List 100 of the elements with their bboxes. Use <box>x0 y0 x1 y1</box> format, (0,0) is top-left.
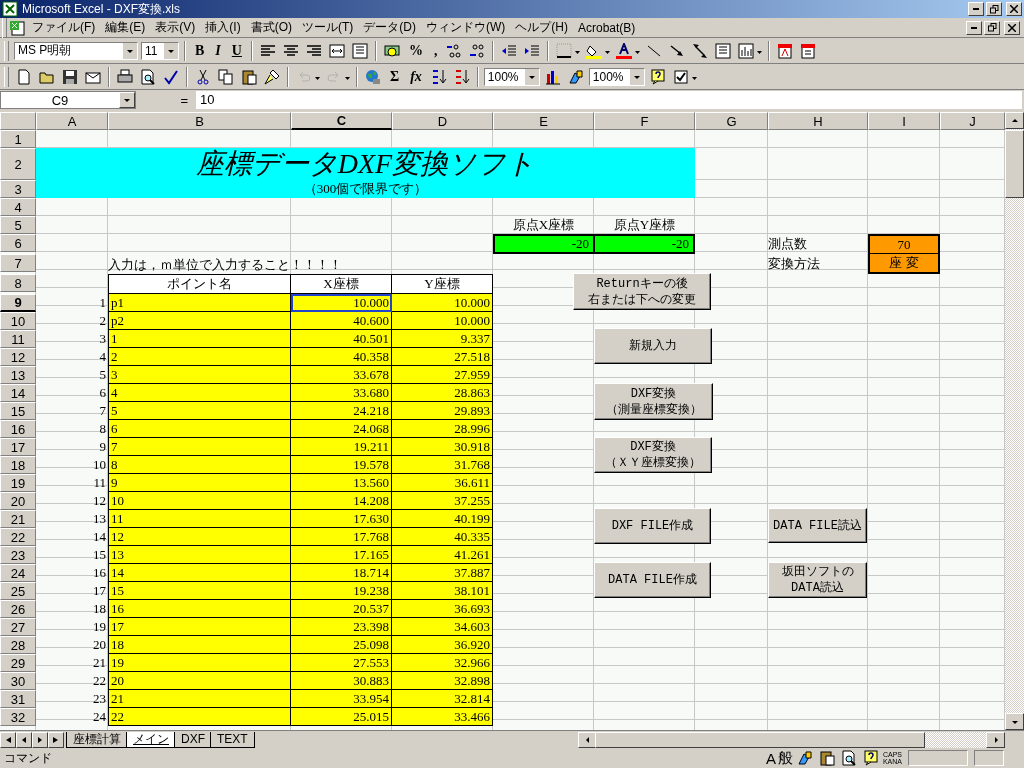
row-header[interactable]: 21 <box>0 510 36 528</box>
table-cell[interactable]: 33.466 <box>392 708 493 726</box>
table-cell[interactable]: 17 <box>108 618 291 636</box>
table-cell[interactable]: 23.398 <box>291 618 392 636</box>
row-header[interactable]: 10 <box>0 312 36 330</box>
menu-item[interactable]: Acrobat(B) <box>573 20 641 35</box>
table-cell[interactable]: 2 <box>108 348 291 366</box>
table-cell[interactable]: 10 <box>108 492 291 510</box>
function-button[interactable]: fx <box>406 68 426 85</box>
italic-button[interactable]: I <box>211 42 225 59</box>
table-cell[interactable]: 36.611 <box>392 474 493 492</box>
macro-button[interactable]: DXF変換 （ＸＹ座標変換） <box>594 437 712 473</box>
table-cell[interactable]: 34.603 <box>392 618 493 636</box>
drawing-tools-icon[interactable] <box>567 68 584 85</box>
table-cell[interactable]: 36.693 <box>392 600 493 618</box>
origin-value-cell[interactable]: -20 <box>594 234 695 254</box>
zoom-field[interactable]: 100% <box>588 67 645 86</box>
chart-frame-icon[interactable] <box>738 42 755 59</box>
decrease-decimal-icon[interactable] <box>469 42 486 59</box>
ime-mode[interactable]: A <box>765 749 776 767</box>
menu-item[interactable]: ツール(T) <box>297 19 359 36</box>
column-header[interactable]: H <box>768 112 868 130</box>
merge-cells-icon[interactable] <box>328 42 345 59</box>
table-cell[interactable]: 28.996 <box>392 420 493 438</box>
comma-button[interactable]: , <box>429 42 442 59</box>
column-header[interactable]: F <box>594 112 695 130</box>
last-sheet-icon[interactable] <box>52 735 60 744</box>
table-cell[interactable]: 14.208 <box>291 492 392 510</box>
column-header[interactable]: I <box>868 112 940 130</box>
previous-sheet-icon[interactable] <box>20 735 28 744</box>
column-header[interactable]: A <box>36 112 108 130</box>
table-cell[interactable]: 16 <box>108 600 291 618</box>
menu-item[interactable]: データ(D) <box>358 19 421 36</box>
table-cell[interactable]: 30.918 <box>392 438 493 456</box>
row-header[interactable]: 27 <box>0 618 36 636</box>
row-header[interactable]: 1 <box>0 130 36 148</box>
print-preview-icon[interactable] <box>840 750 857 766</box>
table-cell[interactable]: 37.887 <box>392 564 493 582</box>
minimize-button[interactable] <box>968 2 984 16</box>
autosum-button[interactable]: Σ <box>386 68 404 85</box>
row-header[interactable]: 7 <box>0 254 36 272</box>
menu-item[interactable]: 書式(O) <box>245 19 297 36</box>
sort-descending-icon[interactable] <box>453 68 470 85</box>
column-header[interactable]: J <box>940 112 1005 130</box>
table-cell[interactable]: 22 <box>108 708 291 726</box>
menu-item[interactable]: 挿入(I) <box>200 19 246 36</box>
row-header[interactable]: 23 <box>0 546 36 564</box>
table-cell[interactable]: 40.358 <box>291 348 392 366</box>
table-cell[interactable]: 17.630 <box>291 510 392 528</box>
dropdown-caret-icon[interactable] <box>123 96 131 104</box>
row-header[interactable]: 16 <box>0 420 36 438</box>
table-cell[interactable]: 32.966 <box>392 654 493 672</box>
zoom-field[interactable]: 100% <box>483 67 540 86</box>
table-cell[interactable]: 11 <box>108 510 291 528</box>
formula-field[interactable]: 10 <box>196 91 1022 109</box>
horizontal-scrollbar[interactable] <box>578 731 1005 748</box>
menu-item[interactable]: ウィンドウ(W) <box>421 19 511 36</box>
table-cell[interactable]: 14 <box>108 564 291 582</box>
sheet-tab[interactable]: TEXT <box>210 731 255 748</box>
table-cell[interactable]: 40.600 <box>291 312 392 330</box>
table-cell[interactable]: 28.863 <box>392 384 493 402</box>
table-cell[interactable]: 17.768 <box>291 528 392 546</box>
chart-icon[interactable] <box>544 68 561 85</box>
table-cell[interactable]: 20 <box>108 672 291 690</box>
increase-indent-icon[interactable] <box>524 42 541 59</box>
table-cell[interactable]: 15 <box>108 582 291 600</box>
table-cell[interactable]: 40.335 <box>392 528 493 546</box>
align-left-icon[interactable] <box>259 42 276 59</box>
pdf-icon[interactable] <box>777 42 794 59</box>
table-cell[interactable]: 32.898 <box>392 672 493 690</box>
text-box-icon[interactable] <box>351 42 368 59</box>
close-button[interactable] <box>1004 20 1020 35</box>
sheet-tab[interactable]: メイン <box>126 731 176 748</box>
row-header[interactable]: 29 <box>0 654 36 672</box>
scroll-thumb[interactable] <box>1005 130 1024 198</box>
table-cell[interactable]: 8 <box>108 456 291 474</box>
table-cell[interactable]: 6 <box>108 420 291 438</box>
name-box[interactable]: C9 <box>0 91 136 109</box>
table-cell[interactable]: 33.954 <box>291 690 392 708</box>
table-cell[interactable]: 30.883 <box>291 672 392 690</box>
macro-button[interactable]: DATA FILE作成 <box>594 562 711 598</box>
align-right-icon[interactable] <box>305 42 322 59</box>
scroll-thumb[interactable] <box>595 731 925 748</box>
table-cell[interactable]: 9.337 <box>392 330 493 348</box>
table-cell[interactable]: 18.714 <box>291 564 392 582</box>
column-header[interactable]: G <box>695 112 768 130</box>
table-cell[interactable]: 18 <box>108 636 291 654</box>
decrease-indent-icon[interactable] <box>501 42 518 59</box>
double-arrow-icon[interactable] <box>692 42 709 59</box>
column-header[interactable]: B <box>108 112 291 130</box>
row-header[interactable]: 8 <box>0 274 36 292</box>
table-cell[interactable]: 33.680 <box>291 384 392 402</box>
cut-icon[interactable] <box>195 68 211 85</box>
row-header[interactable]: 9 <box>0 294 36 312</box>
table-cell[interactable]: 3 <box>108 366 291 384</box>
table-cell[interactable]: 13.560 <box>291 474 392 492</box>
table-cell[interactable]: 7 <box>108 438 291 456</box>
drawing-tools-icon[interactable] <box>796 750 813 766</box>
minimize-button[interactable] <box>966 20 982 35</box>
table-cell[interactable]: 19.578 <box>291 456 392 474</box>
